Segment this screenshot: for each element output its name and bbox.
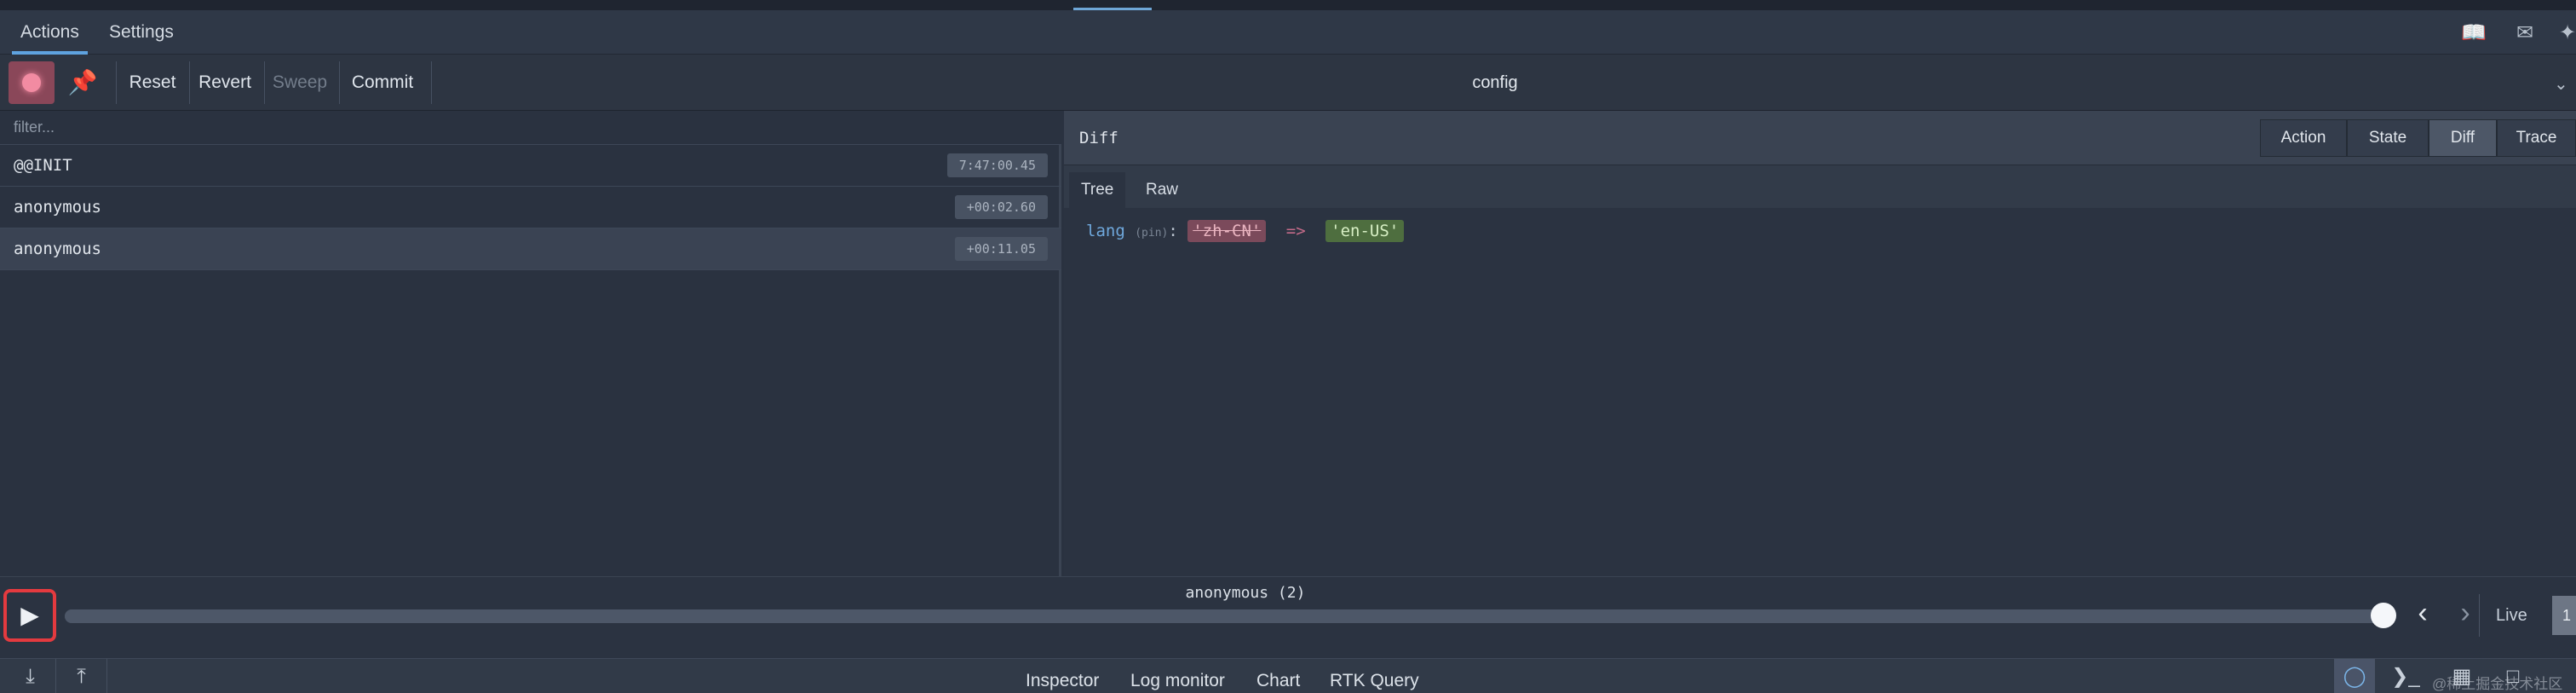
- monitor-rtk-query[interactable]: RTK Query: [1330, 671, 1419, 691]
- speed-selector[interactable]: 1: [2552, 596, 2576, 635]
- play-button[interactable]: ▶: [3, 589, 56, 642]
- commit-button[interactable]: Commit: [344, 61, 421, 104]
- inspector-subtabs: Tree Raw: [1064, 165, 2576, 208]
- action-time-badge: 7:47:00.45: [946, 153, 1048, 177]
- slider-divider: [2479, 594, 2480, 637]
- toolbar-divider: [431, 61, 432, 104]
- slider-track[interactable]: [65, 609, 2383, 623]
- terminal-icon[interactable]: ❯_: [2385, 659, 2426, 693]
- tab-actions[interactable]: Actions: [12, 10, 88, 55]
- tab-settings[interactable]: Settings: [109, 10, 174, 55]
- book-open-icon[interactable]: 📖: [2460, 22, 2487, 44]
- instance-selector[interactable]: config: [1448, 61, 1542, 104]
- bottom-bar: ⤓ ⤒ Inspector Log monitor Chart RTK Quer…: [0, 658, 2576, 693]
- action-name: @@INIT: [14, 156, 72, 175]
- diff-key-note[interactable]: (pin): [1135, 227, 1168, 240]
- filter-bar: [0, 111, 1061, 145]
- inspector-pane: Diff Action State Diff Trace Tree Raw la…: [1064, 111, 2576, 576]
- diff-key[interactable]: lang: [1086, 222, 1125, 240]
- revert-button[interactable]: Revert: [193, 61, 257, 104]
- record-icon: [22, 73, 41, 92]
- action-name: anonymous: [14, 240, 101, 258]
- action-row[interactable]: anonymous +00:02.60: [0, 187, 1061, 228]
- inspector-title: Diff: [1079, 129, 1118, 147]
- slider-fill: [65, 609, 2383, 623]
- action-list-pane: @@INIT 7:47:00.45 anonymous +00:02.60 an…: [0, 111, 1061, 576]
- toolbar-divider: [264, 61, 265, 104]
- filter-input[interactable]: [0, 111, 1061, 144]
- reset-button[interactable]: Reset: [123, 61, 182, 104]
- diff-arrow: =>: [1285, 222, 1306, 240]
- slider-area: anonymous (2) ▶ ‹ › Live 1: [0, 576, 2576, 658]
- toolbar-divider: [189, 61, 190, 104]
- toolbar: 📌 Reset Revert Sweep Commit config ⌄: [0, 55, 2576, 111]
- diff-new-value: 'en-US': [1325, 220, 1405, 242]
- action-time-badge: +00:02.60: [954, 195, 1048, 219]
- twitter-icon[interactable]: ✦: [2554, 22, 2576, 44]
- live-button[interactable]: Live: [2496, 596, 2527, 635]
- dispatcher-icon[interactable]: ◯: [2334, 659, 2375, 693]
- pin-button[interactable]: 📌: [60, 61, 106, 104]
- import-icon[interactable]: ⤓: [5, 659, 56, 693]
- chevron-down-icon[interactable]: ⌄: [2554, 73, 2576, 95]
- play-icon: ▶: [20, 602, 39, 628]
- chevron-left-icon[interactable]: ‹: [2407, 596, 2438, 630]
- inspector-header: Diff Action State Diff Trace: [1064, 111, 2576, 165]
- chevron-right-icon[interactable]: ›: [2450, 596, 2481, 630]
- pin-icon: 📌: [67, 69, 98, 95]
- tab-diff[interactable]: Diff: [2429, 119, 2497, 157]
- slider-handle[interactable]: [2371, 603, 2396, 628]
- tab-bar: Actions Settings 📖 ✉ ✦: [0, 10, 2576, 55]
- current-action-label: anonymous (2): [1185, 584, 1306, 602]
- window-top-strip: [0, 0, 2576, 10]
- action-row[interactable]: @@INIT 7:47:00.45: [0, 145, 1061, 187]
- diff-colon: :: [1168, 222, 1178, 240]
- sweep-button[interactable]: Sweep: [267, 61, 332, 104]
- toolbar-divider: [339, 61, 340, 104]
- diff-old-value: 'zh-CN': [1187, 220, 1267, 242]
- action-time-badge: +00:11.05: [954, 237, 1048, 261]
- watermark: @稀土掘金技术社区: [2432, 676, 2563, 692]
- tab-trace[interactable]: Trace: [2497, 119, 2576, 157]
- subtab-raw[interactable]: Raw: [1134, 172, 1190, 208]
- monitor-chart[interactable]: Chart: [1256, 671, 1300, 691]
- record-button[interactable]: [9, 61, 55, 104]
- subtab-tree[interactable]: Tree: [1069, 172, 1126, 208]
- action-name: anonymous: [14, 198, 101, 217]
- action-row-selected[interactable]: anonymous +00:11.05: [0, 228, 1061, 270]
- tab-action[interactable]: Action: [2260, 119, 2347, 157]
- export-icon[interactable]: ⤒: [56, 659, 107, 693]
- monitor-log[interactable]: Log monitor: [1130, 671, 1225, 691]
- diff-tree: lang (pin): 'zh-CN' => 'en-US': [1086, 220, 1405, 242]
- monitor-inspector[interactable]: Inspector: [1026, 671, 1099, 691]
- toolbar-divider: [116, 61, 117, 104]
- comment-icon[interactable]: ✉: [2511, 22, 2539, 44]
- tab-state[interactable]: State: [2347, 119, 2429, 157]
